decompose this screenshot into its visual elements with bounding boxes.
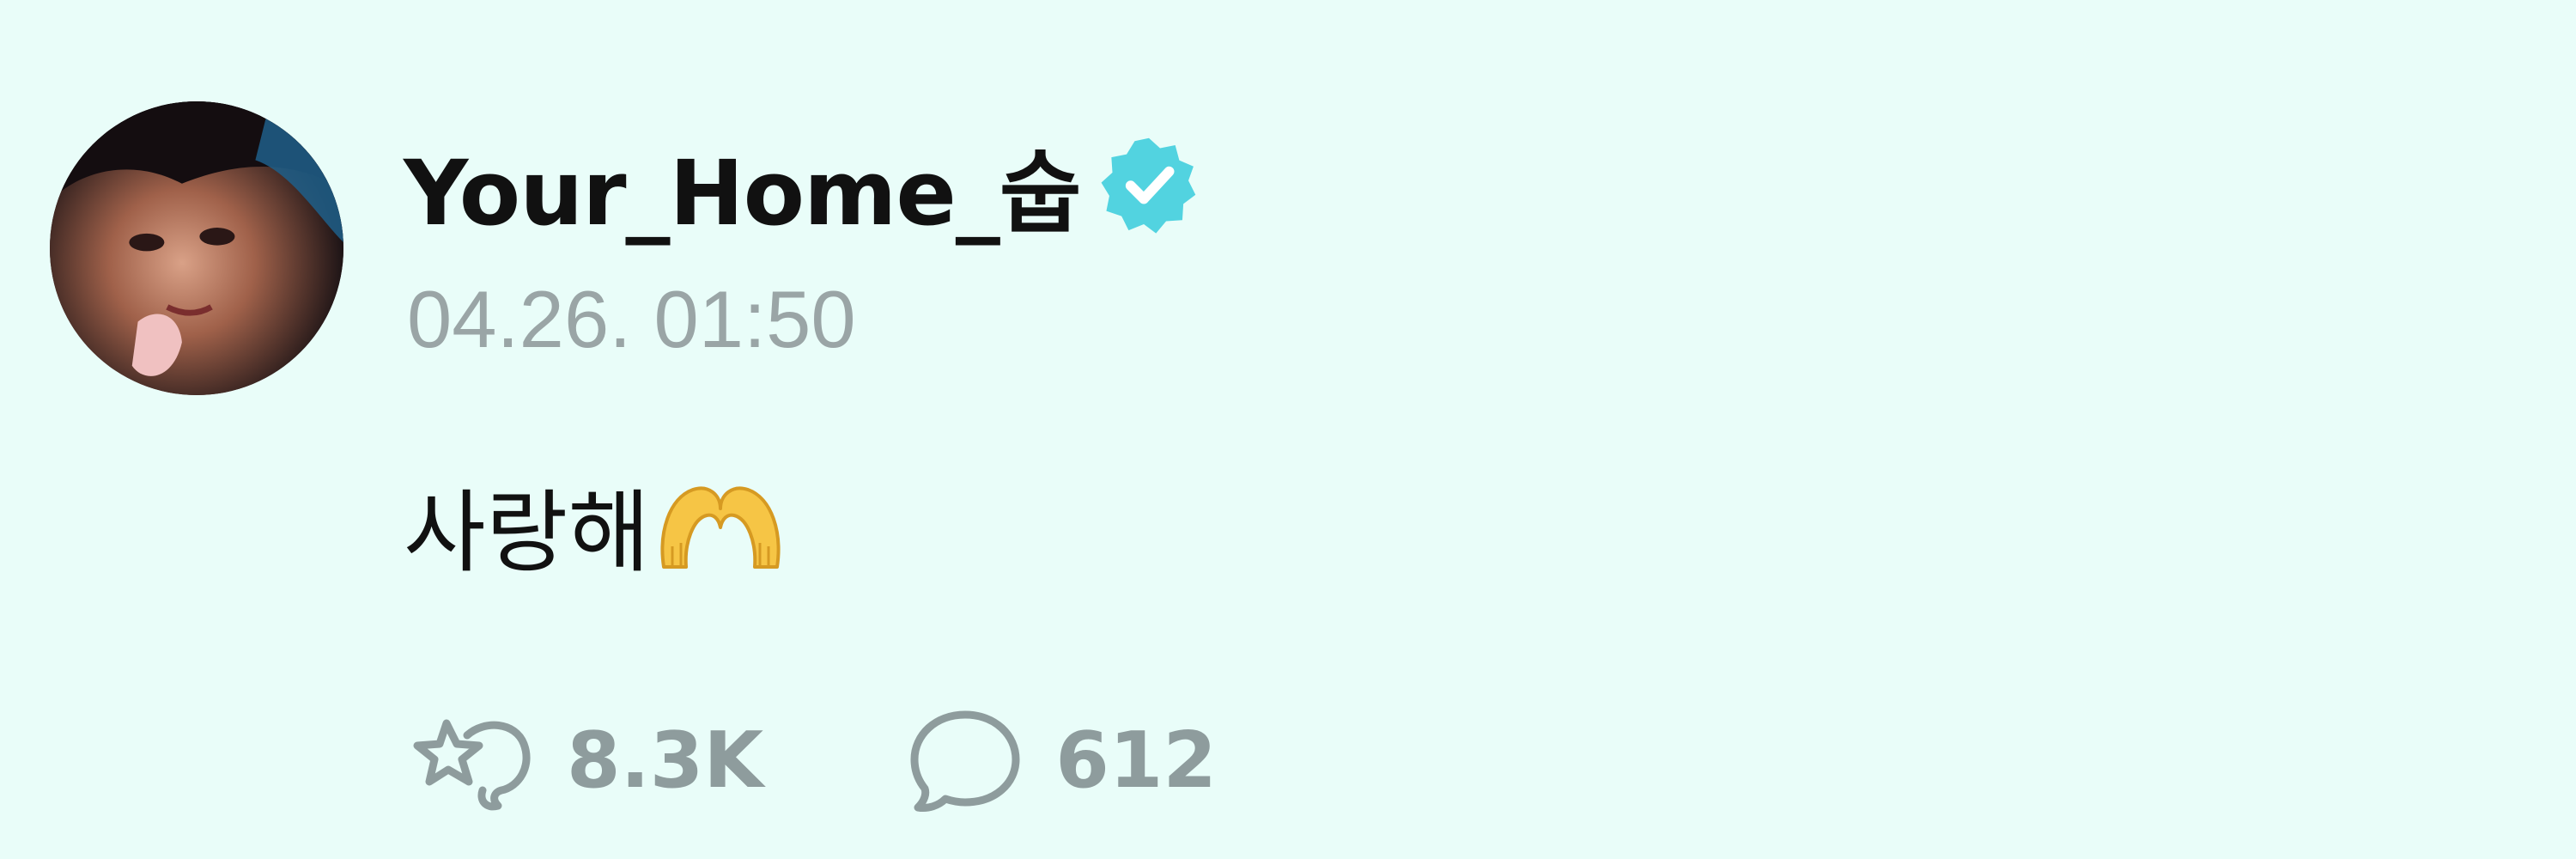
post-actions: 8.3K 612 [412, 704, 1217, 816]
avatar-image [50, 101, 343, 395]
username[interactable]: Your_Home_숩 [404, 120, 1082, 250]
comment-button[interactable]: 612 [901, 704, 1217, 816]
comments-count: 612 [1055, 715, 1218, 806]
post-header: Your_Home_숩 [404, 129, 1200, 246]
comment-bubble-icon [901, 704, 1030, 816]
avatar[interactable] [50, 101, 343, 395]
heart-hands-emoji-icon [652, 464, 789, 584]
reactions-count: 8.3K [567, 715, 764, 806]
post-message: 사랑해 [404, 464, 789, 585]
post-card: Your_Home_숩 04.26. 01:50 사랑해 8.3K 612 [0, 0, 2576, 859]
star-hand-reaction-icon [412, 704, 541, 816]
post-timestamp: 04.26. 01:50 [407, 274, 856, 364]
reaction-button[interactable]: 8.3K [412, 704, 763, 816]
verified-badge-icon [1098, 134, 1200, 235]
message-text: 사랑해 [404, 479, 651, 585]
